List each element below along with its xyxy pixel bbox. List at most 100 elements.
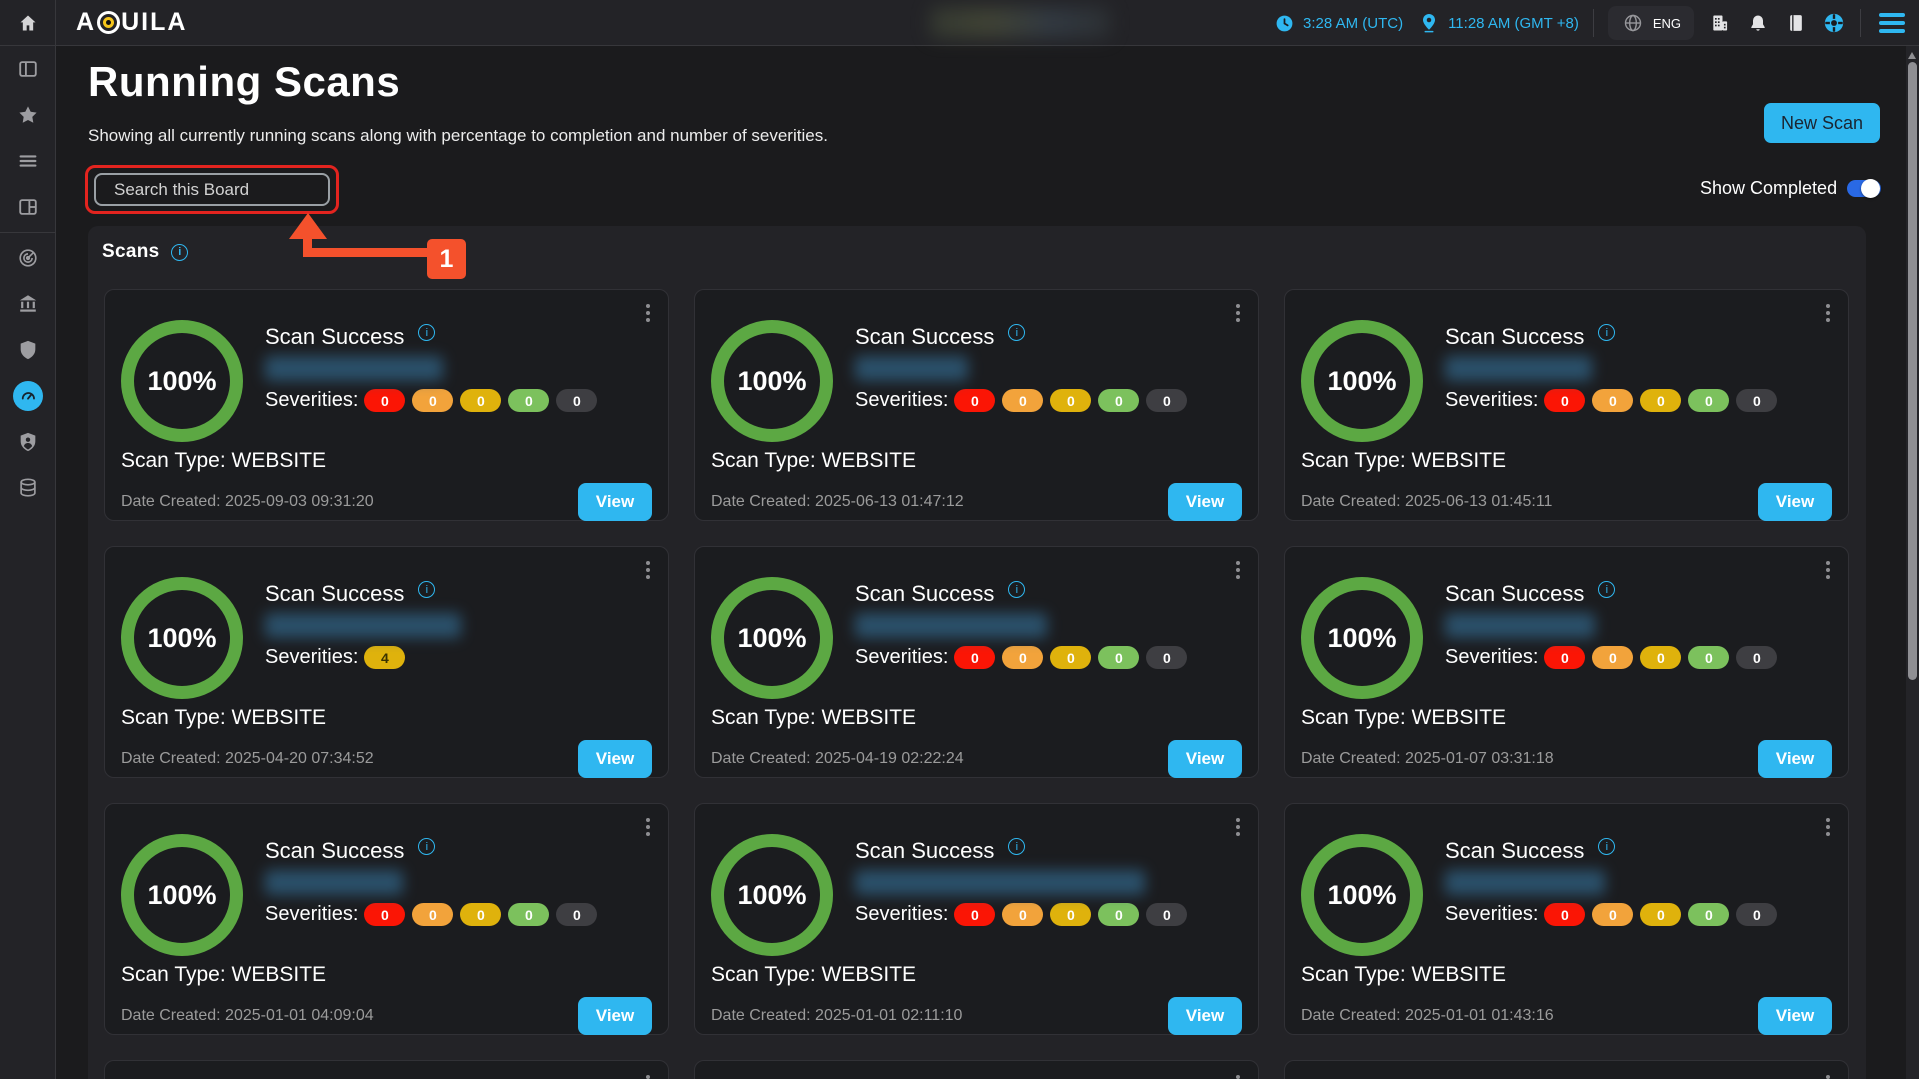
- sidebar-item-agents[interactable]: [0, 419, 56, 465]
- kebab-menu-icon[interactable]: [1234, 816, 1242, 838]
- info-icon[interactable]: i: [171, 244, 188, 261]
- bell-icon[interactable]: [1746, 11, 1770, 35]
- severity-badge-green: 0: [1688, 389, 1729, 412]
- severities-label: Severities:: [265, 389, 358, 412]
- scan-type-label: Scan Type: WEBSITE: [711, 963, 1242, 987]
- annotation-arrow-head: [289, 213, 327, 239]
- info-icon[interactable]: i: [1008, 324, 1025, 341]
- info-icon[interactable]: i: [418, 838, 435, 855]
- severity-badges: 00000: [1544, 903, 1777, 926]
- scrollbar-up-arrow[interactable]: [1908, 52, 1916, 59]
- info-icon[interactable]: i: [418, 581, 435, 598]
- info-icon[interactable]: i: [1598, 581, 1615, 598]
- severities-label: Severities:: [855, 389, 948, 412]
- view-button[interactable]: View: [578, 483, 652, 521]
- scan-status-label: Scan Success: [855, 581, 994, 607]
- sidebar-item-lists[interactable]: [0, 138, 56, 184]
- view-button[interactable]: View: [1168, 740, 1242, 778]
- kebab-menu-icon[interactable]: [1824, 559, 1832, 581]
- navbar-divider: [1593, 9, 1594, 37]
- severity-badges: 00000: [364, 389, 597, 412]
- severity-badge-green: 0: [1688, 903, 1729, 926]
- local-clock: 11:28 AM (GMT +8): [1417, 11, 1579, 35]
- navbar-menu-icon[interactable]: [1879, 13, 1905, 33]
- severity-badge-orange: 0: [1002, 903, 1043, 926]
- sidebar-item-security[interactable]: [0, 327, 56, 373]
- view-button[interactable]: View: [1758, 997, 1832, 1035]
- book-icon[interactable]: [1784, 11, 1808, 35]
- severity-badge-red: 0: [1544, 903, 1585, 926]
- kebab-menu-icon[interactable]: [644, 302, 652, 324]
- sidebar-item-data[interactable]: [0, 465, 56, 511]
- sidebar-item-boards[interactable]: [0, 184, 56, 230]
- vertical-scrollbar[interactable]: [1906, 46, 1919, 1079]
- bank-icon: [16, 292, 40, 316]
- severity-badge-orange: 0: [1592, 389, 1633, 412]
- date-created-label: Date Created: 2025-06-13 01:47:12: [711, 493, 964, 511]
- sidebar-item-home[interactable]: [0, 0, 56, 46]
- kebab-menu-icon[interactable]: [1824, 302, 1832, 324]
- kebab-menu-icon[interactable]: [1234, 559, 1242, 581]
- sidebar-item-radar[interactable]: [0, 235, 56, 281]
- date-created-label: Date Created: 2025-01-01 04:09:04: [121, 1007, 374, 1025]
- page-title: Running Scans: [88, 58, 400, 106]
- sidebar-item-running-scans[interactable]: [0, 373, 56, 419]
- redacted-target-name: [855, 356, 968, 381]
- clock-icon: [1272, 11, 1296, 35]
- aquila-logo[interactable]: A UILA: [76, 8, 187, 37]
- kebab-menu-icon[interactable]: [644, 816, 652, 838]
- progress-percent: 100%: [147, 880, 216, 911]
- building-icon[interactable]: [1708, 11, 1732, 35]
- info-icon[interactable]: i: [1008, 581, 1025, 598]
- language-selector[interactable]: ENG: [1608, 6, 1694, 40]
- logo-text-left: A: [76, 8, 96, 37]
- logo-eye-icon: [97, 11, 120, 34]
- severity-badge-yellow: 0: [1640, 903, 1681, 926]
- view-button[interactable]: View: [578, 740, 652, 778]
- view-button[interactable]: View: [1758, 483, 1832, 521]
- sidebar-item-panels[interactable]: [0, 46, 56, 92]
- progress-percent: 100%: [737, 623, 806, 654]
- search-input[interactable]: [94, 173, 330, 206]
- new-scan-button[interactable]: New Scan: [1764, 103, 1880, 143]
- view-button[interactable]: View: [578, 997, 652, 1035]
- progress-ring: 100%: [711, 320, 833, 442]
- top-navbar: A UILA 3:28 AM (UTC) 11:28 AM (GMT +8) E…: [56, 0, 1919, 46]
- severity-badge-yellow: 0: [1050, 646, 1091, 669]
- show-completed-toggle[interactable]: [1847, 180, 1881, 197]
- user-shield-icon: [16, 430, 40, 454]
- severities-label: Severities:: [855, 903, 948, 926]
- scan-type-label: Scan Type: WEBSITE: [1301, 963, 1832, 987]
- kebab-menu-icon[interactable]: [1824, 1073, 1832, 1079]
- active-item-highlight: [13, 381, 43, 411]
- gauge-icon: [16, 384, 40, 408]
- kebab-menu-icon[interactable]: [644, 1073, 652, 1079]
- kebab-menu-icon[interactable]: [1824, 816, 1832, 838]
- view-button[interactable]: View: [1758, 740, 1832, 778]
- scan-card: 100% Scan Success i Severities: 00000 Sc…: [104, 803, 669, 1035]
- info-icon[interactable]: i: [1598, 838, 1615, 855]
- kebab-menu-icon[interactable]: [644, 559, 652, 581]
- home-icon: [16, 11, 40, 35]
- scan-card-partial: [104, 1060, 669, 1079]
- sidebar-item-organization[interactable]: [0, 281, 56, 327]
- severity-badge-green: 0: [508, 903, 549, 926]
- kebab-menu-icon[interactable]: [1234, 302, 1242, 324]
- info-icon[interactable]: i: [1008, 838, 1025, 855]
- panels-icon: [16, 57, 40, 81]
- severity-badge-green: 0: [508, 389, 549, 412]
- kebab-menu-icon[interactable]: [1234, 1073, 1242, 1079]
- info-icon[interactable]: i: [418, 324, 435, 341]
- redacted-target-name: [265, 613, 461, 638]
- view-button[interactable]: View: [1168, 997, 1242, 1035]
- support-wheel-icon[interactable]: [1822, 11, 1846, 35]
- view-button[interactable]: View: [1168, 483, 1242, 521]
- sidebar-item-favorites[interactable]: [0, 92, 56, 138]
- severity-badge-red: 0: [954, 389, 995, 412]
- scrollbar-thumb[interactable]: [1908, 62, 1917, 680]
- info-icon[interactable]: i: [1598, 324, 1615, 341]
- logo-text-right: UILA: [121, 8, 187, 37]
- database-icon: [16, 476, 40, 500]
- scans-panel: Scans i 100% Scan Success i Severities: …: [88, 226, 1866, 1079]
- severity-badge-orange: 0: [412, 389, 453, 412]
